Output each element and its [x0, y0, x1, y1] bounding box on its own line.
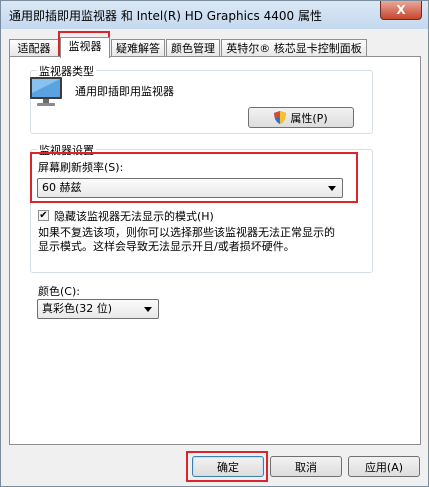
highlight-ok-button [186, 451, 268, 482]
close-button[interactable]: X [380, 1, 422, 20]
properties-button[interactable]: 属性(P) [248, 107, 354, 128]
shield-icon [274, 111, 287, 124]
hide-modes-checkbox[interactable]: ✔ [38, 210, 49, 221]
tab-intel-control-panel[interactable]: 英特尔® 核芯显卡控制面板 [221, 39, 367, 57]
monitor-name: 通用即插即用监视器 [75, 85, 174, 98]
highlight-refresh-rate [30, 152, 358, 203]
close-icon: X [396, 3, 406, 17]
tab-monitor[interactable]: 监视器 [60, 37, 110, 58]
monitor-icon [30, 77, 62, 106]
hide-modes-description-2: 显示模式。这样会导致无法显示开且/或者损坏硬件。 [38, 240, 295, 253]
color-label: 颜色(C): [38, 285, 80, 298]
tab-strip: 适配器 监视器 疑难解答 颜色管理 英特尔® 核芯显卡控制面板 [9, 37, 419, 58]
window-title: 通用即插即用监视器 和 Intel(R) HD Graphics 4400 属性 [9, 9, 322, 23]
title-bar: 通用即插即用监视器 和 Intel(R) HD Graphics 4400 属性… [1, 1, 428, 29]
check-icon: ✔ [39, 209, 48, 221]
tab-adapter[interactable]: 适配器 [9, 39, 59, 57]
hide-modes-label: 隐藏该监视器无法显示的模式(H) [54, 210, 214, 223]
cancel-button[interactable]: 取消 [270, 456, 342, 477]
color-depth-select[interactable]: 真彩色(32 位) [37, 299, 159, 319]
chevron-down-icon [144, 307, 152, 312]
apply-button[interactable]: 应用(A) [348, 456, 420, 477]
properties-dialog: 通用即插即用监视器 和 Intel(R) HD Graphics 4400 属性… [0, 0, 429, 487]
tab-color-management[interactable]: 颜色管理 [166, 39, 220, 57]
tab-troubleshoot[interactable]: 疑难解答 [111, 39, 165, 57]
